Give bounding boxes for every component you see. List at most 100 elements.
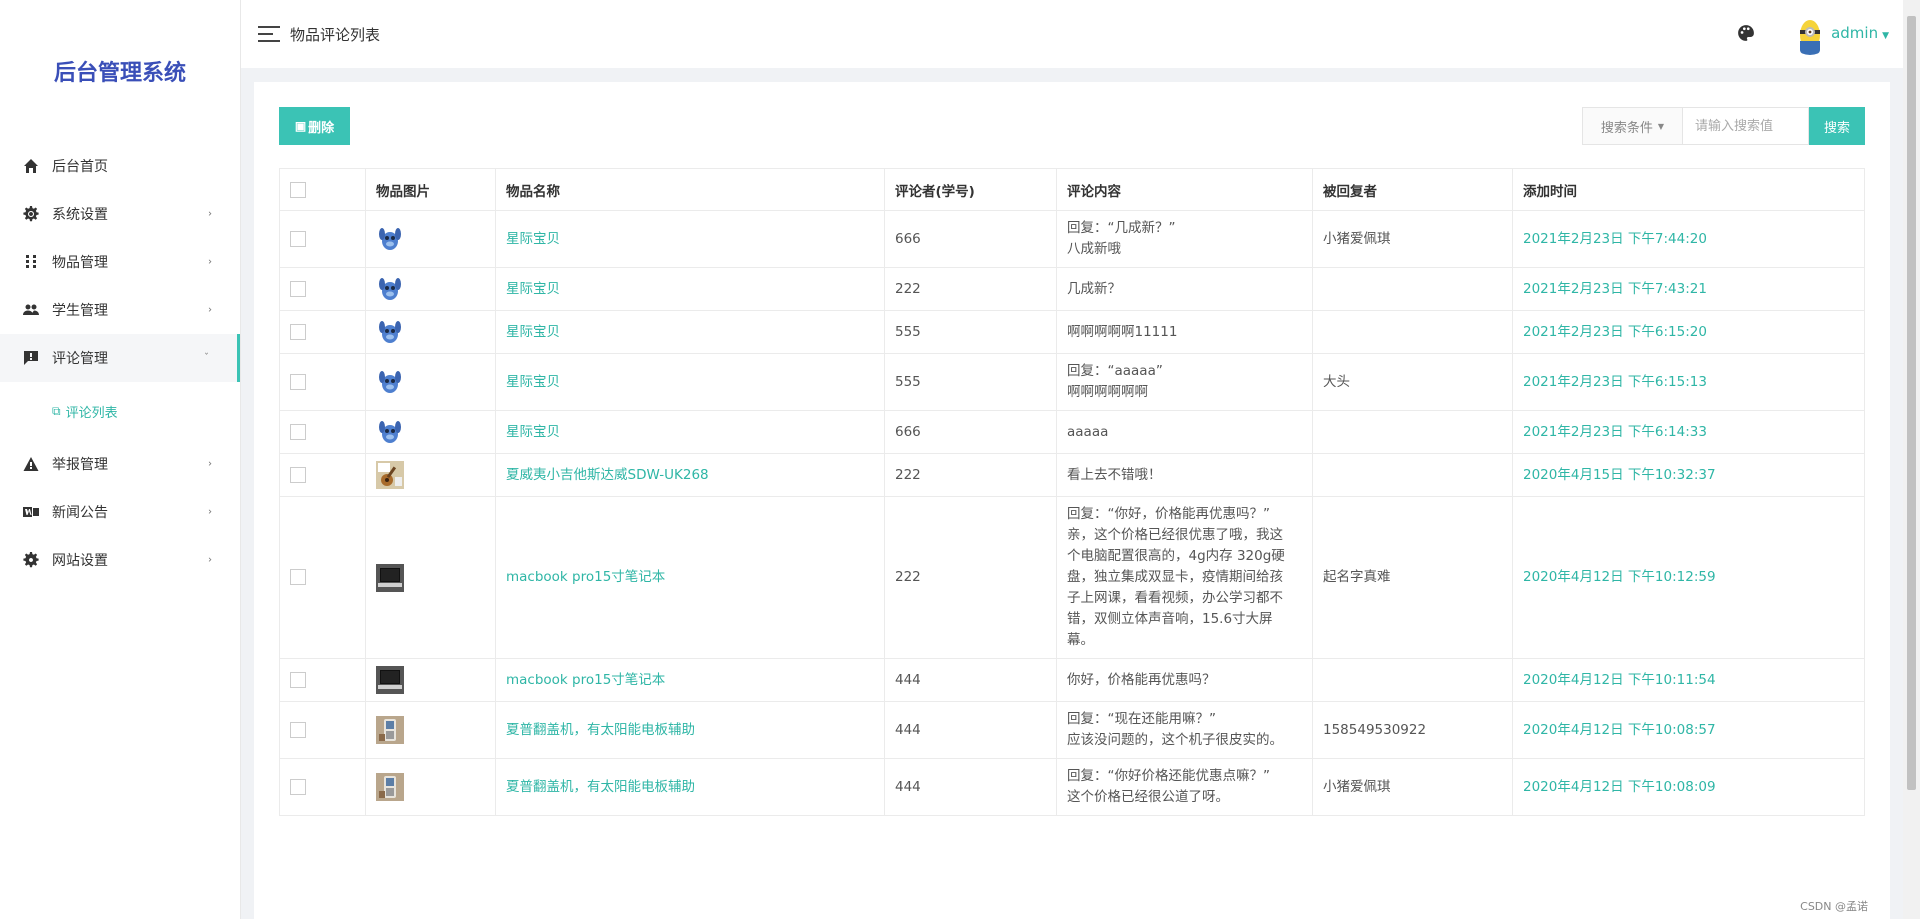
sidebar-item-news[interactable]: 新闻公告 › [0, 488, 240, 536]
user-menu[interactable]: admin ▼ [1831, 24, 1889, 42]
scrollbar[interactable] [1903, 0, 1920, 919]
sidebar-item-items[interactable]: 物品管理 › [0, 238, 240, 286]
username: admin [1831, 24, 1879, 42]
table-row: 星际宝贝 555 啊啊啊啊啊11111 2021年2月23日 下午6:15:20 [279, 310, 1865, 354]
comment-content-cell: aaaaa [1056, 410, 1313, 454]
sidebar-item-comments[interactable]: 评论管理 ˇ [0, 334, 240, 382]
table-row: 夏普翻盖机，有太阳能电板辅助 444 回复：“你好价格还能优惠点嘛？” 这个价格已… [279, 758, 1865, 816]
row-checkbox[interactable] [290, 466, 306, 483]
scrollbar-thumb[interactable] [1907, 16, 1916, 790]
avatar[interactable] [1789, 13, 1831, 55]
comment-content-cell: 回复：“现在还能用嘛？” 应该没问题的，这个机子很皮实的。 [1056, 701, 1313, 759]
palette-icon[interactable] [1737, 24, 1755, 42]
comment-content-cell: 啊啊啊啊啊11111 [1056, 310, 1313, 354]
row-checkbox[interactable] [290, 423, 306, 440]
item-name-cell: 夏普翻盖机，有太阳能电板辅助 [495, 701, 885, 759]
reply-to-cell: 小猪爱佩琪 [1312, 210, 1513, 268]
delete-button[interactable]: ▣ 删除 [279, 107, 350, 145]
sidebar-item-label: 举报管理 [52, 457, 108, 473]
sidebar-item-students[interactable]: 学生管理 › [0, 286, 240, 334]
item-name-link[interactable]: 夏普翻盖机，有太阳能电板辅助 [506, 779, 695, 795]
sidebar-item-label: 物品管理 [52, 255, 108, 271]
item-name-link[interactable]: macbook pro15寸笔记本 [506, 569, 665, 585]
sidebar-item-system-settings[interactable]: 系统设置 › [0, 190, 240, 238]
added-time-cell: 2021年2月23日 下午6:15:20 [1512, 310, 1865, 354]
home-icon [22, 157, 40, 175]
sidebar-subitem-label: 评论列表 [65, 405, 118, 421]
column-header: 物品名称 [495, 168, 885, 211]
item-name-cell: macbook pro15寸笔记本 [495, 658, 885, 702]
row-checkbox[interactable] [290, 373, 306, 390]
table-row: macbook pro15寸笔记本 222 回复：“你好，价格能再优惠吗？” 亲，… [279, 496, 1865, 659]
row-checkbox[interactable] [290, 230, 306, 247]
comment-content-line: 回复：“现在还能用嘛？” [1067, 711, 1216, 727]
sidebar-subitem-comment-list[interactable]: ⧉ 评论列表 [0, 382, 240, 440]
menu-toggle-icon[interactable] [258, 26, 280, 42]
table-row: 星际宝贝 666 回复：“几成新？” 八成新哦 小猪爱佩琪 2021年2月23日 … [279, 210, 1865, 268]
reviewer-cell: 222 [884, 267, 1057, 311]
item-image-cell [365, 353, 496, 411]
search-condition-label: 搜索条件 [1600, 120, 1653, 136]
item-thumbnail [376, 318, 404, 346]
added-time-cell: 2021年2月23日 下午6:14:33 [1512, 410, 1865, 454]
news-icon [22, 503, 40, 521]
caret-down-icon: ▼ [1882, 31, 1889, 41]
row-checkbox[interactable] [290, 778, 306, 795]
comment-content-line: 应该没问题的，这个机子很皮实的。 [1067, 732, 1283, 748]
comment-content-cell: 回复：“你好价格还能优惠点嘛？” 这个价格已经很公道了呀。 [1056, 758, 1313, 816]
gear-icon [22, 205, 40, 223]
item-image-cell [365, 410, 496, 454]
item-name-link[interactable]: 星际宝贝 [506, 231, 560, 247]
row-checkbox[interactable] [290, 323, 306, 340]
item-name-cell: 星际宝贝 [495, 310, 885, 354]
search-condition-dropdown[interactable]: 搜索条件 ▼ [1582, 107, 1682, 145]
select-all-checkbox[interactable] [290, 181, 306, 198]
row-checkbox[interactable] [290, 671, 306, 688]
sidebar-item-reports[interactable]: 举报管理 › [0, 440, 240, 488]
row-select-cell [279, 267, 366, 311]
item-name-cell: 夏普翻盖机，有太阳能电板辅助 [495, 758, 885, 816]
item-name-link[interactable]: 星际宝贝 [506, 281, 560, 297]
comment-content-line: 子上网课，看看视频，办公学习都不 [1067, 590, 1283, 606]
reply-to-cell [1312, 410, 1513, 454]
search-button[interactable]: 搜索 [1809, 107, 1865, 145]
item-image-cell [365, 210, 496, 268]
row-checkbox[interactable] [290, 721, 306, 738]
search-input[interactable] [1682, 107, 1809, 145]
reply-to-cell: 起名字真难 [1312, 496, 1513, 659]
reviewer-cell: 444 [884, 701, 1057, 759]
copy-icon: ⧉ [52, 403, 61, 418]
item-name-link[interactable]: 星际宝贝 [506, 424, 560, 440]
added-time-cell: 2020年4月12日 下午10:12:59 [1512, 496, 1865, 659]
item-thumbnail [376, 368, 404, 396]
chevron-right-icon: › [208, 256, 212, 268]
item-name-link[interactable]: 星际宝贝 [506, 374, 560, 390]
item-name-link[interactable]: macbook pro15寸笔记本 [506, 672, 665, 688]
reply-to-cell [1312, 267, 1513, 311]
item-thumbnail [376, 275, 404, 303]
item-name-link[interactable]: 夏威夷小吉他斯达威SDW-UK268 [506, 467, 709, 483]
row-select-cell [279, 453, 366, 497]
comment-icon [22, 349, 40, 367]
column-header: 被回复者 [1312, 168, 1513, 211]
row-checkbox[interactable] [290, 569, 306, 585]
chevron-right-icon: › [208, 304, 212, 316]
comment-content-cell: 看上去不错哦！ [1056, 453, 1313, 497]
column-header: 评论内容 [1056, 168, 1313, 211]
item-image-cell [365, 453, 496, 497]
comment-content-line: 啊啊啊啊啊啊 [1067, 384, 1148, 400]
item-name-link[interactable]: 夏普翻盖机，有太阳能电板辅助 [506, 722, 695, 738]
row-select-cell [279, 353, 366, 411]
item-name-cell: macbook pro15寸笔记本 [495, 496, 885, 659]
toolbar: ▣ 删除 搜索条件 ▼ 搜索 [279, 107, 1865, 145]
comment-content-line: 幕。 [1067, 632, 1094, 648]
sidebar-item-site-settings[interactable]: 网站设置 › [0, 536, 240, 584]
item-name-link[interactable]: 星际宝贝 [506, 324, 560, 340]
item-name-cell: 夏威夷小吉他斯达威SDW-UK268 [495, 453, 885, 497]
sidebar-item-home[interactable]: 后台首页 [0, 142, 240, 190]
row-checkbox[interactable] [290, 280, 306, 297]
reviewer-cell: 444 [884, 758, 1057, 816]
item-name-cell: 星际宝贝 [495, 410, 885, 454]
item-name-cell: 星际宝贝 [495, 210, 885, 268]
comment-content-line: 几成新？ [1067, 280, 1121, 297]
